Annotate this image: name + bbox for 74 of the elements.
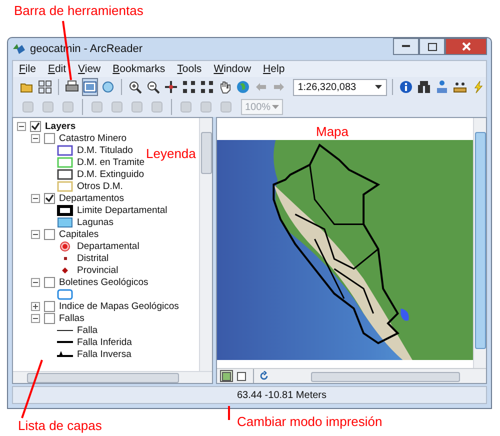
layout-view-icon[interactable]	[220, 370, 233, 382]
expander-icon[interactable]	[17, 122, 26, 130]
caret-icon	[375, 85, 382, 89]
legend-label: Departamental	[77, 240, 140, 252]
page-view-icon[interactable]	[235, 370, 248, 382]
minimize-button[interactable]	[393, 38, 419, 55]
layer-name[interactable]: Layers	[45, 120, 76, 132]
menu-item[interactable]: File	[19, 63, 36, 75]
menu-item[interactable]: Bookmarks	[112, 63, 166, 75]
annotation-label: Barra de herramientas	[14, 3, 144, 18]
legend-label: D.M. Titulado	[77, 144, 133, 156]
menu-item[interactable]: Window	[214, 63, 252, 75]
expander-icon[interactable]	[31, 314, 40, 322]
pages-icon[interactable]	[37, 78, 53, 96]
layer-checkbox[interactable]	[44, 228, 55, 240]
legend-label: Falla Inversa	[77, 348, 132, 360]
layer-name[interactable]: Capitales	[59, 228, 99, 240]
annotation-label: Mapa	[316, 124, 349, 139]
annotation-label: Leyenda	[146, 146, 196, 161]
globe-icon[interactable]	[234, 78, 251, 96]
layer-checkbox[interactable]	[44, 276, 55, 288]
legend-swatch-icon	[57, 216, 73, 228]
circle-marker-icon	[57, 240, 73, 252]
close-button[interactable]	[445, 38, 487, 55]
layer-name[interactable]: Boletines Geológicos	[59, 276, 148, 288]
menu-item[interactable]: Tools	[177, 63, 202, 75]
coordinates-text: 63.44 -10.81 Meters	[237, 390, 326, 400]
minimize-icon	[402, 45, 410, 48]
expander-icon[interactable]	[31, 278, 40, 286]
legend-label: Lagunas	[77, 216, 114, 228]
layer-name[interactable]: Catastro Minero	[59, 132, 127, 144]
expander-icon[interactable]	[31, 302, 40, 310]
layer-name[interactable]: Fallas	[59, 312, 84, 324]
legend-label: Falla	[77, 324, 98, 336]
close-icon	[462, 42, 470, 51]
layer-name[interactable]: Indice de Mapas Geológicos	[59, 300, 179, 312]
legend-label: Otros D.M.	[77, 180, 123, 192]
legend-label: Falla Inferida	[77, 336, 132, 348]
vertical-scrollbar[interactable]	[473, 118, 486, 368]
layer-checkbox[interactable]	[44, 132, 55, 144]
legend-label: D.M. Extinguido	[77, 168, 144, 180]
caret-icon	[272, 105, 279, 109]
expander-icon[interactable]	[31, 134, 40, 142]
maximize-icon	[428, 42, 436, 50]
info-icon[interactable]	[398, 78, 414, 96]
layer-name[interactable]: Departamentos	[59, 192, 124, 204]
expander-icon[interactable]	[31, 230, 40, 238]
legend-swatch-icon	[57, 204, 73, 216]
menu-item[interactable]: View	[78, 63, 101, 75]
layer-checkbox[interactable]	[44, 300, 55, 312]
horizontal-scrollbar[interactable]	[13, 371, 212, 383]
annotation-line	[21, 360, 43, 418]
thrust-line-icon	[57, 351, 73, 357]
menu-item[interactable]: Edit	[48, 63, 66, 75]
legend-label: Provincial	[77, 264, 118, 276]
vertical-scrollbar[interactable]	[199, 118, 212, 371]
legend-label: D.M. en Tramite	[77, 156, 145, 168]
maximize-button[interactable]	[419, 38, 445, 55]
layer-checkbox[interactable]	[44, 312, 55, 324]
refresh-icon[interactable]	[259, 371, 269, 381]
app-logo-icon	[12, 43, 26, 55]
layer-checkbox[interactable]	[44, 192, 55, 204]
annotation-line	[228, 406, 230, 420]
expander-icon[interactable]	[31, 194, 40, 202]
legend-swatch-icon	[57, 288, 73, 300]
layout-icon[interactable]	[82, 78, 98, 96]
legend-label: Limite Departamental	[77, 204, 168, 216]
legend-label: Distrital	[77, 252, 109, 264]
annotation-label: Cambiar modo impresión	[237, 414, 382, 429]
line-symbol-icon	[57, 341, 73, 343]
layer-checkbox[interactable]	[30, 120, 41, 132]
annotation-label: Lista de capas	[18, 418, 102, 433]
menu-item[interactable]: Help	[263, 63, 285, 75]
scale-dropdown[interactable]: 1:26,320,083	[292, 78, 388, 96]
